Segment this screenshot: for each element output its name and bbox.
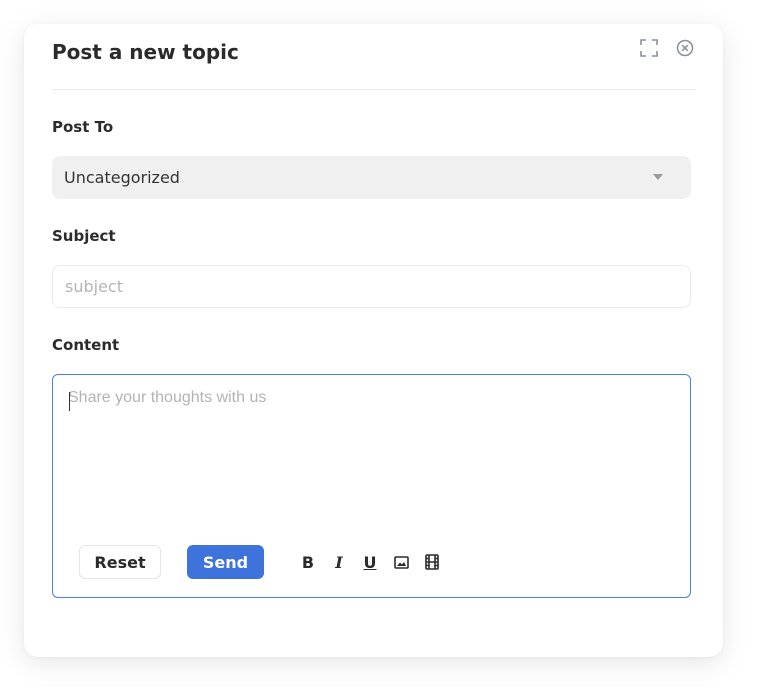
send-button[interactable]: Send	[187, 545, 264, 579]
image-icon[interactable]	[391, 552, 411, 572]
chevron-down-icon	[653, 174, 663, 180]
subject-label: Subject	[52, 227, 116, 245]
dialog-title: Post a new topic	[52, 40, 239, 64]
close-icon[interactable]	[675, 38, 695, 58]
content-label: Content	[52, 336, 120, 354]
header-actions	[639, 38, 695, 58]
post-to-select[interactable]: Uncategorized	[52, 156, 691, 199]
content-textarea[interactable]	[68, 389, 675, 529]
format-toolbar: B I U	[298, 552, 442, 572]
italic-icon[interactable]: I	[329, 552, 349, 572]
bold-icon[interactable]: B	[298, 552, 318, 572]
post-to-label: Post To	[52, 118, 114, 136]
dialog-header: Post a new topic	[52, 24, 695, 90]
content-editor: Reset Send B I U	[52, 374, 691, 598]
post-topic-dialog: Post a new topic Post To Uncategorized S…	[24, 24, 723, 657]
video-icon[interactable]	[422, 552, 442, 572]
text-cursor	[69, 392, 70, 411]
reset-button[interactable]: Reset	[79, 545, 161, 579]
fullscreen-icon[interactable]	[639, 38, 659, 58]
post-to-selected-value: Uncategorized	[64, 168, 180, 187]
underline-icon[interactable]: U	[360, 552, 380, 572]
subject-input[interactable]	[52, 265, 691, 308]
